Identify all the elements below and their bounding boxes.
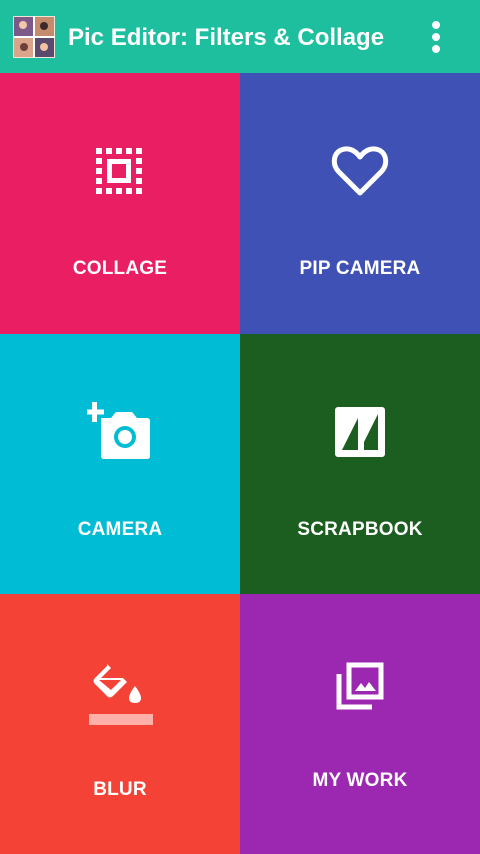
tile-blur-label: BLUR: [93, 779, 147, 800]
paint-bucket-icon: [0, 662, 240, 726]
photo-library-icon: [240, 662, 480, 710]
tile-camera[interactable]: CAMERA: [0, 334, 240, 594]
app-bar: Pic Editor: Filters & Collage: [0, 0, 480, 73]
app-logo-photo-icon: [13, 16, 55, 58]
tile-scrapbook-label: SCRAPBOOK: [297, 519, 423, 540]
tile-blur[interactable]: BLUR: [0, 594, 240, 854]
tile-pip-camera-label: PIP CAMERA: [299, 258, 421, 279]
scrapbook-icon: [240, 406, 480, 458]
add-camera-icon: [0, 400, 240, 462]
tile-my-work-label: MY WORK: [312, 770, 408, 791]
tile-collage-label: COLLAGE: [72, 258, 168, 279]
tile-camera-label: CAMERA: [77, 519, 163, 540]
tile-my-work[interactable]: MY WORK: [240, 594, 480, 854]
heart-outline-icon: [240, 146, 480, 198]
tile-scrapbook[interactable]: SCRAPBOOK: [240, 334, 480, 594]
overflow-menu-icon[interactable]: [420, 14, 452, 60]
app-title: Pic Editor: Filters & Collage: [68, 24, 385, 51]
collage-frame-icon: [0, 146, 240, 198]
tile-pip-camera[interactable]: PIP CAMERA: [240, 73, 480, 334]
tile-collage[interactable]: COLLAGE: [0, 73, 240, 334]
